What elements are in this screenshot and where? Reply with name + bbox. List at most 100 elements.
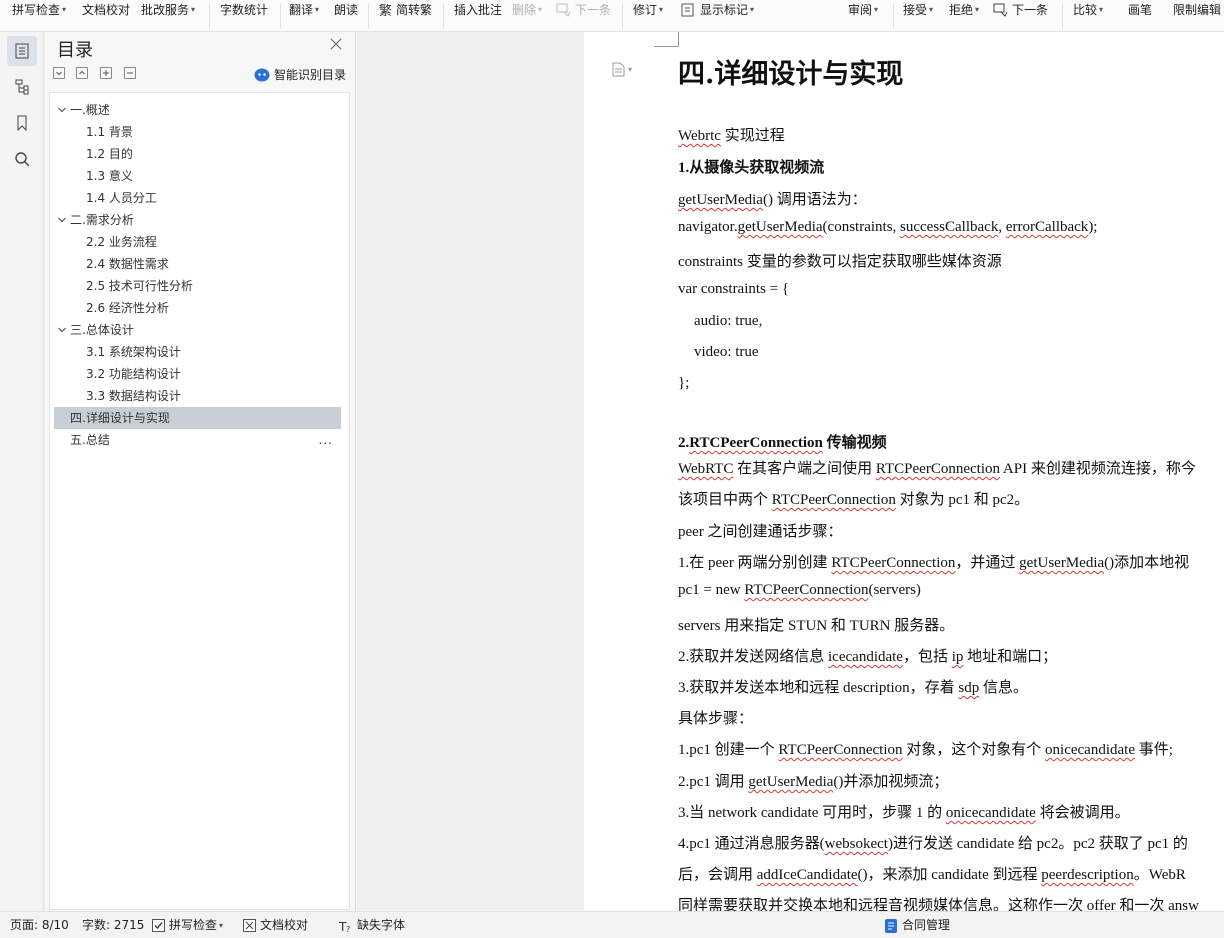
close-icon[interactable] [328,36,344,52]
toc-item[interactable]: 五.总结... [54,429,341,451]
doc-text-run: successCallback [900,219,999,235]
toc-item[interactable]: 2.4 数据性需求 [54,253,341,275]
contract-manage-button[interactable]: 合同管理 [884,912,950,938]
page-indicator[interactable]: 页面: 8/10 [10,912,69,938]
doc-line: 2.pc1 调用 getUserMedia()并添加视频流； [678,770,948,791]
proof-icon [243,919,256,932]
doc-text-run: 将会被调用。 [1035,805,1130,821]
doc-line: 2.获取并发送网络信息 icecandidate，包括 ip 地址和端口； [678,645,1057,666]
toc-item[interactable]: 1.3 意义 [54,165,341,187]
review-button[interactable]: 审阅 ▾ [848,0,878,20]
doc-line: }; [678,375,689,392]
toc-item[interactable]: 2.2 业务流程 [54,231,341,253]
batch-service-button[interactable]: 批改服务 ▾ [141,0,195,20]
doc-proof-button[interactable]: 文档校对 [82,0,130,20]
reject-button[interactable]: 拒绝 ▾ [949,0,979,20]
collapse-all-icon[interactable] [53,67,65,79]
structure-pane-button[interactable] [7,72,37,102]
read-aloud-button[interactable]: 朗读 [334,0,358,20]
toc-icon [15,43,29,59]
smart-toc-button[interactable]: 智能识别目录 [254,66,346,83]
toc-item-label: 五.总结 [70,433,110,447]
doc-line: 1.从摄像头获取视频流 [678,156,824,177]
doc-text-run: getUserMedia [737,219,823,235]
toc-item[interactable]: 1.2 目的 [54,143,341,165]
toc-item-label: 1.4 人员分工 [86,191,157,205]
missing-font-button[interactable]: T? 缺失字体 [339,912,405,938]
toc-item[interactable]: 一.概述 [54,99,341,121]
chevron-down-icon[interactable] [57,215,67,225]
compare-button[interactable]: 比较 ▾ [1073,0,1103,20]
expand-up-icon[interactable] [76,67,88,79]
search-icon [15,152,30,167]
simp-trad-icon: 繁 [379,3,392,17]
toc-item-label: 3.1 系统架构设计 [86,345,181,359]
doc-text-run: ); [1088,219,1098,235]
toc-item-label: 1.2 目的 [86,147,133,161]
toc-item-label: 3.3 数据结构设计 [86,389,181,403]
toc-item[interactable]: 2.5 技术可行性分析 [54,275,341,297]
toc-item[interactable]: 1.4 人员分工 [54,187,341,209]
doc-text-run: 3.获取并发送本地和远程 description，存着 [678,680,959,696]
structure-icon [15,79,29,95]
doc-text-run: websokect [824,836,888,852]
doc-text-run: 同样需要获取并交换本地和远程音视频媒体信息。这称作一次 offer 和一次 an… [678,898,1199,911]
toc-item[interactable]: 四.详细设计与实现 [54,407,341,429]
doc-text-run: ，包括 [902,649,952,665]
status-spell-check[interactable]: 拼写检查 ▾ [152,912,223,938]
show-marks-button[interactable]: 显示标记 ▾ [681,0,754,20]
toc-item[interactable]: 1.1 背景 [54,121,341,143]
restrict-edit-button[interactable]: 限制编辑 [1173,0,1221,20]
next-change-icon [993,3,1008,17]
doc-text-run: onicecandidate [1045,742,1135,758]
simp-trad-button[interactable]: 繁 简转繁 [379,0,432,20]
chevron-down-icon[interactable] [57,325,67,335]
more-icon[interactable]: ... [319,429,333,451]
doc-line: 该项目中两个 RTCPeerConnection 对象为 pc1 和 pc2。 [678,488,1029,509]
doc-line: 4.pc1 通过消息服务器(websokect)进行发送 candidate 给… [678,832,1188,853]
contract-icon [885,918,897,933]
revise-button[interactable]: 修订 ▾ [633,0,663,20]
doc-text-run: peer 之间创建通话步骤： [678,524,843,540]
doc-text-run: 实现过程 [720,128,785,144]
doc-text-run: navigator. [678,219,738,235]
doc-text-run: addIceCandidate [756,867,858,883]
bookmark-pane-button[interactable] [7,108,37,138]
word-count-indicator[interactable]: 字数: 2715 [82,912,144,938]
spell-check-button[interactable]: 拼写检查 ▾ [12,0,66,20]
toc-item[interactable]: 3.2 功能结构设计 [54,363,341,385]
toc-item-label: 2.4 数据性需求 [86,257,169,271]
pen-button[interactable]: 画笔 [1128,0,1152,20]
doc-line: pc1 = new RTCPeerConnection(servers) [678,582,921,599]
next-comment-button[interactable]: 下一条 [556,0,611,20]
toc-item[interactable]: 2.6 经济性分析 [54,297,341,319]
toc-item[interactable]: 3.1 系统架构设计 [54,341,341,363]
word-count-button[interactable]: 字数统计 [220,0,268,20]
delete-comment-button[interactable]: 删除 ▾ [512,0,542,20]
remove-heading-icon[interactable] [124,67,136,79]
checkbox-icon [152,919,165,932]
toc-item[interactable]: 三.总体设计 [54,319,341,341]
search-pane-button[interactable] [7,144,37,174]
paragraph-menu-button[interactable]: ▾ [612,62,632,77]
doc-text-run: RTCPeerConnection [778,742,903,758]
accept-button[interactable]: 接受 ▾ [903,0,933,20]
doc-text-run: onicecandidate [945,805,1036,821]
next-change-button[interactable]: 下一条 [993,0,1048,20]
document-page[interactable]: ▾ 四.详细设计与实现 Webrtc 实现过程 1.从摄像头获取视频流 getUse… [584,32,1224,911]
doc-text-run: API 来创建视频流连接，称今 [1000,461,1196,477]
translate-button[interactable]: 翻译 ▾ [289,0,319,20]
toc-panel: 目录 智能识别目录 一.概述 1.1 背景 1.2 目的 1.3 意义 1.4 人员分工… [45,32,356,911]
doc-text-run: peerdescription [1041,867,1134,883]
chevron-down-icon[interactable] [57,105,67,115]
toc-item[interactable]: 二.需求分析 [54,209,341,231]
toc-pane-button[interactable] [7,36,37,66]
doc-line: 1.在 peer 两端分别创建 RTCPeerConnection，并通过 ge… [678,551,1189,572]
doc-text-run: Webrtc [678,128,721,144]
toc-title: 目录 [57,40,93,61]
doc-text-run: getUserMedia [678,192,763,208]
toc-item[interactable]: 3.3 数据结构设计 [54,385,341,407]
add-heading-icon[interactable] [100,67,112,79]
insert-comment-button[interactable]: 插入批注 [454,0,502,20]
status-doc-proof[interactable]: 文档校对 [243,912,308,938]
